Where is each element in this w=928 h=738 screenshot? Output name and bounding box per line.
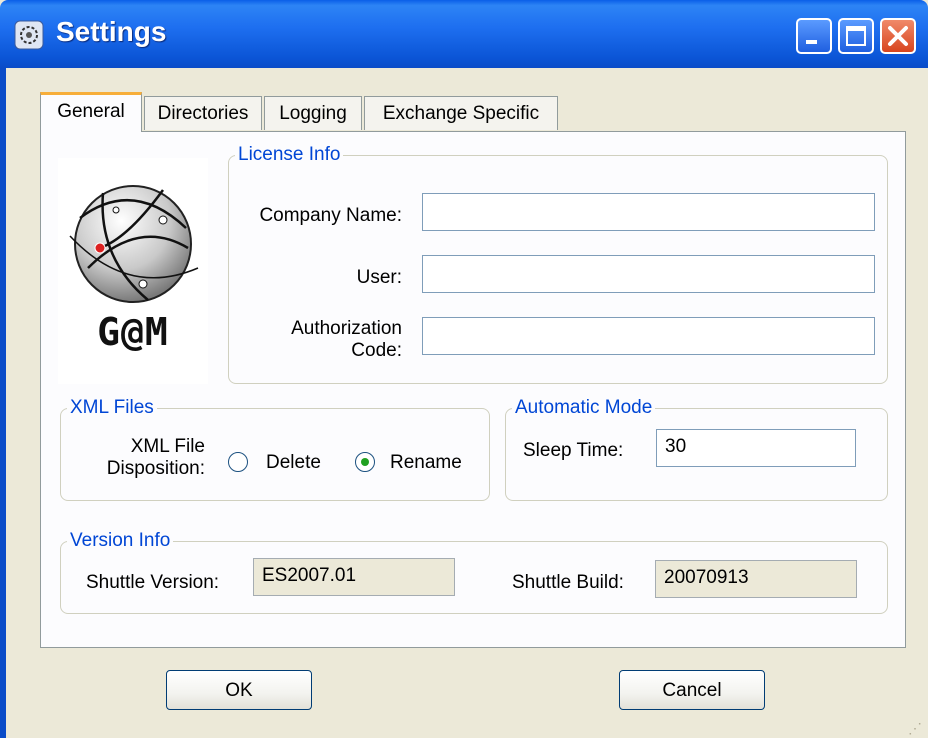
- shuttle-build-label: Shuttle Build:: [512, 572, 624, 593]
- sleep-time-field[interactable]: 30: [656, 429, 856, 467]
- delete-radio[interactable]: [228, 452, 248, 472]
- company-name-field[interactable]: [422, 193, 875, 231]
- automatic-mode-legend: Automatic Mode: [515, 397, 653, 418]
- ok-button[interactable]: OK: [166, 670, 312, 710]
- tab-directories[interactable]: Directories: [144, 96, 262, 130]
- title-bar[interactable]: Settings: [0, 0, 928, 68]
- minimize-icon: [806, 40, 817, 44]
- user-field[interactable]: [422, 255, 875, 293]
- disposition-label-line2: Disposition:: [106, 458, 205, 479]
- authorization-code-label: Authorization Code:: [230, 318, 402, 362]
- company-name-label: Company Name:: [259, 205, 402, 226]
- tab-general[interactable]: General: [40, 92, 142, 132]
- shuttle-build-field: 20070913: [655, 560, 857, 598]
- settings-app-icon: [14, 20, 44, 50]
- minimize-button[interactable]: [796, 18, 832, 54]
- close-icon: [888, 26, 908, 46]
- cancel-button[interactable]: Cancel: [619, 670, 765, 710]
- maximize-button[interactable]: [838, 18, 874, 54]
- version-info-legend: Version Info: [70, 530, 171, 551]
- authorization-code-field[interactable]: [422, 317, 875, 355]
- delete-radio-label[interactable]: Delete: [266, 452, 321, 474]
- user-label: User:: [356, 267, 402, 288]
- rename-radio-label[interactable]: Rename: [390, 452, 462, 474]
- gem-logo: G@M: [58, 158, 208, 384]
- xml-file-disposition-label: XML File Disposition:: [70, 436, 205, 480]
- xml-files-legend: XML Files: [70, 397, 154, 418]
- disposition-label-line1: XML File: [130, 436, 205, 457]
- close-button[interactable]: [880, 18, 916, 54]
- rename-radio[interactable]: [355, 452, 375, 472]
- license-info-legend: License Info: [238, 144, 341, 165]
- sleep-time-label: Sleep Time:: [523, 440, 624, 461]
- resize-grip-icon[interactable]: ⋰: [908, 720, 924, 736]
- shuttle-version-field: ES2007.01: [253, 558, 455, 596]
- window-title: Settings: [56, 16, 167, 47]
- tab-exchange-specific[interactable]: Exchange Specific: [364, 96, 558, 130]
- tab-logging[interactable]: Logging: [264, 96, 362, 130]
- authorization-label-line2: Code:: [351, 340, 402, 361]
- settings-window: Settings General Directories Logging Exc…: [0, 0, 928, 738]
- maximize-icon: [846, 26, 866, 46]
- window-border: [0, 68, 6, 738]
- logo-text: G@M: [97, 310, 169, 354]
- authorization-label-line1: Authorization: [291, 318, 402, 339]
- shuttle-version-label: Shuttle Version:: [86, 572, 220, 593]
